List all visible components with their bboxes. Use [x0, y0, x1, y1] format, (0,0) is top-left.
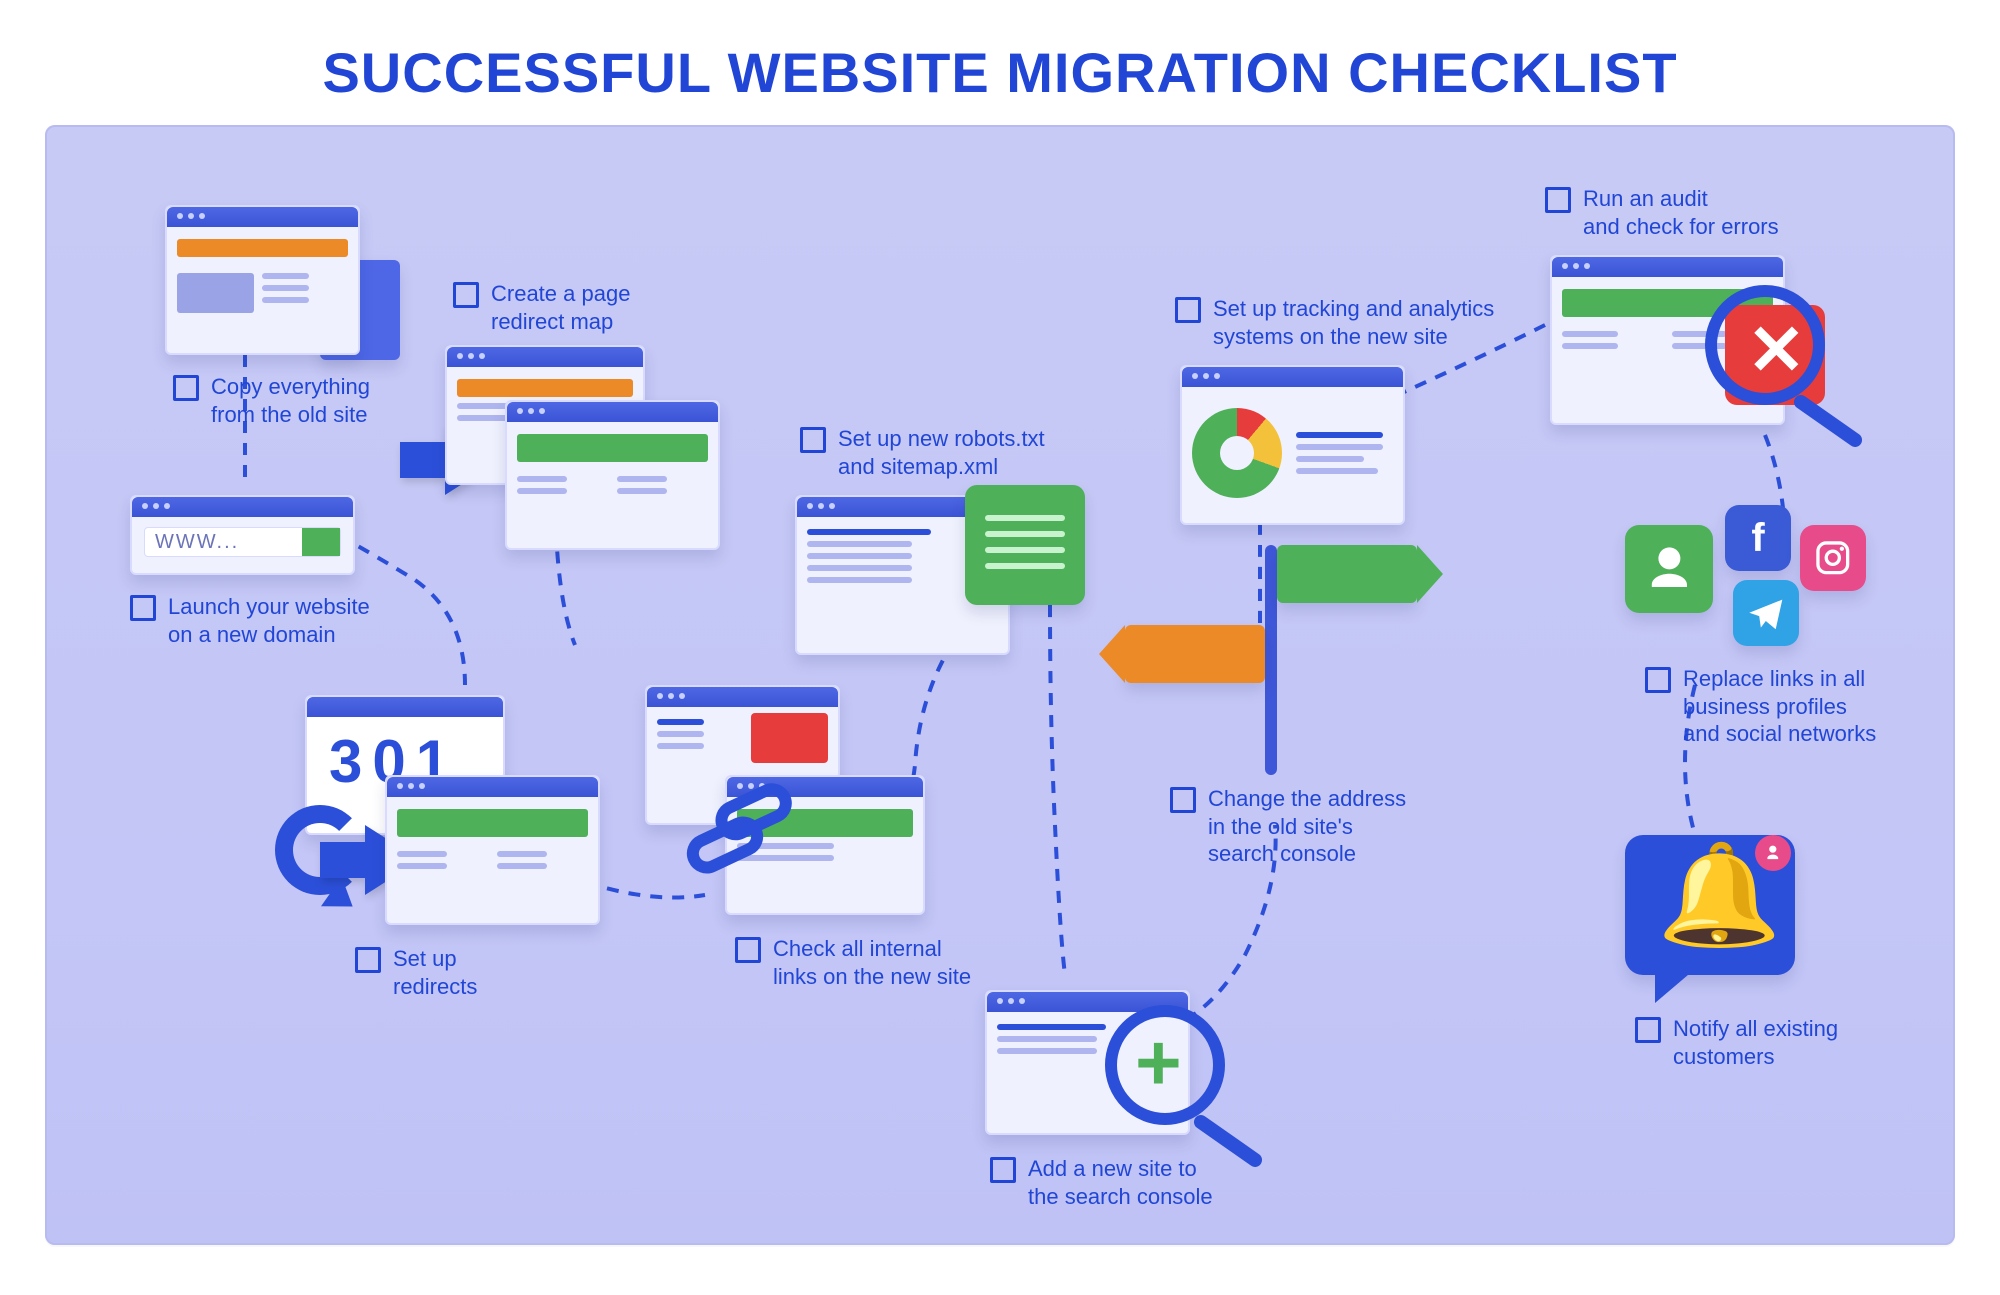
- url-text: WWW...: [155, 531, 239, 554]
- telegram-icon: [1733, 580, 1799, 646]
- sitemap-card: [965, 485, 1085, 605]
- step-launch-new-domain[interactable]: Launch your website on a new domain: [130, 593, 370, 648]
- sign-left: [1125, 625, 1265, 683]
- page-title: SUCCESSFUL WEBSITE MIGRATION CHECKLIST: [45, 40, 1955, 105]
- step-change-address[interactable]: Change the address in the old site's sea…: [1170, 785, 1406, 868]
- step-label: Launch your website on a new domain: [168, 593, 370, 648]
- window-redirect-dst: [505, 400, 720, 550]
- checkbox-icon: [1645, 667, 1671, 693]
- pie-chart-icon: [1192, 408, 1282, 498]
- checkbox-icon: [355, 947, 381, 973]
- window-new-domain: WWW...: [130, 495, 355, 575]
- step-check-internal-links[interactable]: Check all internal links on the new site: [735, 935, 971, 990]
- step-setup-analytics[interactable]: Set up tracking and analytics systems on…: [1175, 295, 1494, 350]
- step-label: Check all internal links on the new site: [773, 935, 971, 990]
- step-replace-links[interactable]: Replace links in all business profiles a…: [1645, 665, 1876, 748]
- step-create-redirect-map[interactable]: Create a page redirect map: [453, 280, 630, 335]
- step-label: Create a page redirect map: [491, 280, 630, 335]
- step-robots-sitemap[interactable]: Set up new robots.txt and sitemap.xml: [800, 425, 1045, 480]
- checkbox-icon: [990, 1157, 1016, 1183]
- user-badge-icon: [1755, 835, 1791, 871]
- step-label: Copy everything from the old site: [211, 373, 370, 428]
- checkbox-icon: [130, 595, 156, 621]
- step-label: Notify all existing customers: [1673, 1015, 1838, 1070]
- window-redirect-301-front: [385, 775, 600, 925]
- step-add-search-console[interactable]: Add a new site to the search console: [990, 1155, 1213, 1210]
- checkbox-icon: [453, 282, 479, 308]
- person-icon: [1625, 525, 1713, 613]
- sign-right: [1277, 545, 1417, 603]
- step-copy-old-site[interactable]: Copy everything from the old site: [173, 373, 370, 428]
- url-field: WWW...: [144, 527, 341, 557]
- checkbox-icon: [735, 937, 761, 963]
- diagram-canvas: Copy everything from the old site WWW...…: [45, 125, 1955, 1245]
- step-setup-redirects[interactable]: Set up redirects: [355, 945, 477, 1000]
- step-run-audit[interactable]: Run an audit and check for errors: [1545, 185, 1779, 240]
- checkbox-icon: [1175, 297, 1201, 323]
- facebook-icon: f: [1725, 505, 1791, 571]
- checkbox-icon: [1545, 187, 1571, 213]
- step-label: Set up tracking and analytics systems on…: [1213, 295, 1494, 350]
- step-notify-customers[interactable]: Notify all existing customers: [1635, 1015, 1838, 1070]
- magnifier-x-icon: [1705, 285, 1825, 405]
- checkbox-icon: [1170, 787, 1196, 813]
- step-label: Replace links in all business profiles a…: [1683, 665, 1876, 748]
- step-label: Add a new site to the search console: [1028, 1155, 1213, 1210]
- plus-icon: +: [1135, 1023, 1182, 1103]
- window-analytics: [1180, 365, 1405, 525]
- signpost-post: [1265, 545, 1277, 775]
- step-label: Change the address in the old site's sea…: [1208, 785, 1406, 868]
- instagram-icon: [1800, 525, 1866, 591]
- step-label: Set up new robots.txt and sitemap.xml: [838, 425, 1045, 480]
- window-old-site: [165, 205, 360, 355]
- checkbox-icon: [1635, 1017, 1661, 1043]
- checkbox-icon: [173, 375, 199, 401]
- step-label: Set up redirects: [393, 945, 477, 1000]
- step-label: Run an audit and check for errors: [1583, 185, 1779, 240]
- checkbox-icon: [800, 427, 826, 453]
